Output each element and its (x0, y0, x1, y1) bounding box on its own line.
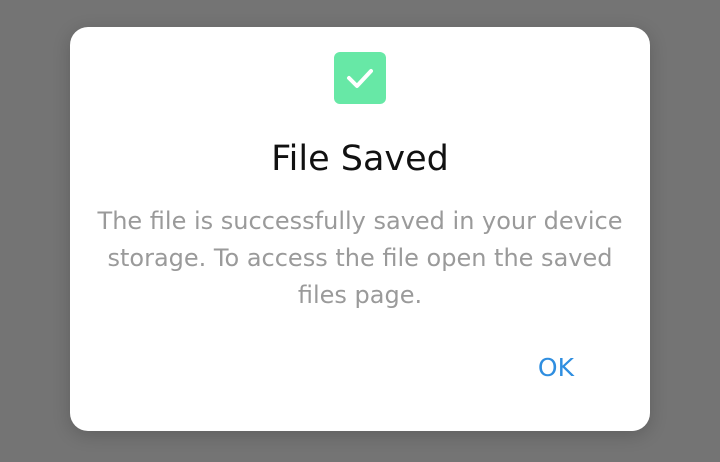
dialog-message: The file is successfully saved in your d… (97, 207, 623, 309)
file-saved-dialog: File Saved The file is successfully save… (70, 27, 650, 431)
dialog-title: File Saved (271, 139, 449, 179)
ok-button[interactable]: OK (538, 352, 574, 384)
check-icon (334, 52, 386, 104)
